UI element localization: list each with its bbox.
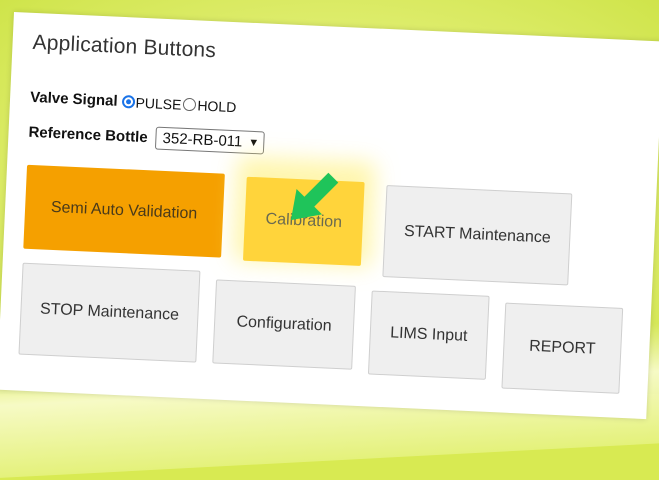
start-maintenance-button[interactable]: START Maintenance (382, 185, 573, 286)
pulse-radio[interactable] (121, 94, 135, 109)
semi-auto-validation-button[interactable]: Semi Auto Validation (23, 164, 225, 258)
reference-bottle-select[interactable]: 352-RB-011 ▼ (155, 126, 265, 155)
chevron-down-icon: ▼ (248, 136, 260, 149)
hold-radio-label[interactable]: HOLD (197, 97, 237, 115)
reference-bottle-row: Reference Bottle 352-RB-011 ▼ (28, 121, 265, 155)
hold-radio[interactable] (183, 97, 197, 112)
lims-input-button[interactable]: LIMS Input (367, 290, 490, 380)
panel-title: Application Buttons (32, 30, 217, 63)
green-arrow-icon (290, 172, 339, 221)
configuration-button[interactable]: Configuration (212, 279, 356, 370)
stop-maintenance-button[interactable]: STOP Maintenance (18, 262, 201, 363)
valve-signal-row: Valve Signal PULSE HOLD (30, 89, 239, 115)
valve-signal-label: Valve Signal (29, 88, 118, 110)
pulse-radio-label[interactable]: PULSE (135, 94, 182, 112)
reference-bottle-label: Reference Bottle (28, 123, 149, 147)
report-button[interactable]: REPORT (501, 302, 624, 394)
reference-bottle-value: 352-RB-011 (162, 129, 243, 151)
